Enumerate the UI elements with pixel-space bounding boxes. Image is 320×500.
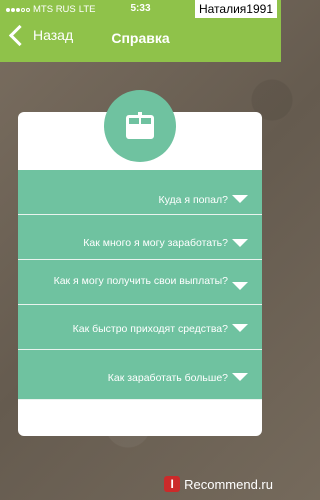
recommend-logo-icon: I <box>164 476 181 492</box>
watermark-text: Recommend.ru <box>184 476 273 492</box>
faq-question: Как много я могу заработать? <box>83 237 228 249</box>
faq-item[interactable]: Как быстро приходят средства? <box>18 305 262 350</box>
page-title: Справка <box>111 30 170 46</box>
watermark-username: Наталия1991 <box>194 0 277 18</box>
faq-list: Куда я попал? Как много я могу заработат… <box>18 170 262 400</box>
faq-question: Как я могу получить свои выплаты? <box>53 275 228 287</box>
nav-bar: Назад Справка <box>0 18 281 62</box>
help-badge <box>104 90 176 162</box>
chevron-down-icon <box>232 239 248 247</box>
faq-question: Как заработать больше? <box>107 372 228 384</box>
site-watermark: I Recommend.ru <box>164 476 273 492</box>
top-bar: MTS RUS LTE 5:33 Наталия1991 Назад Справ… <box>0 0 281 62</box>
faq-item[interactable]: Куда я попал? <box>18 170 262 215</box>
calendar-icon <box>126 112 154 139</box>
chevron-down-icon <box>232 373 248 381</box>
faq-item[interactable]: Как много я могу заработать? <box>18 215 262 260</box>
chevron-down-icon <box>232 324 248 332</box>
faq-item[interactable]: Как я могу получить свои выплаты? <box>18 260 262 305</box>
faq-question: Как быстро приходят средства? <box>72 323 228 335</box>
faq-item[interactable]: Как заработать больше? <box>18 350 262 400</box>
faq-question: Куда я попал? <box>158 194 228 206</box>
chevron-down-icon <box>232 195 248 203</box>
chevron-down-icon <box>232 282 248 290</box>
